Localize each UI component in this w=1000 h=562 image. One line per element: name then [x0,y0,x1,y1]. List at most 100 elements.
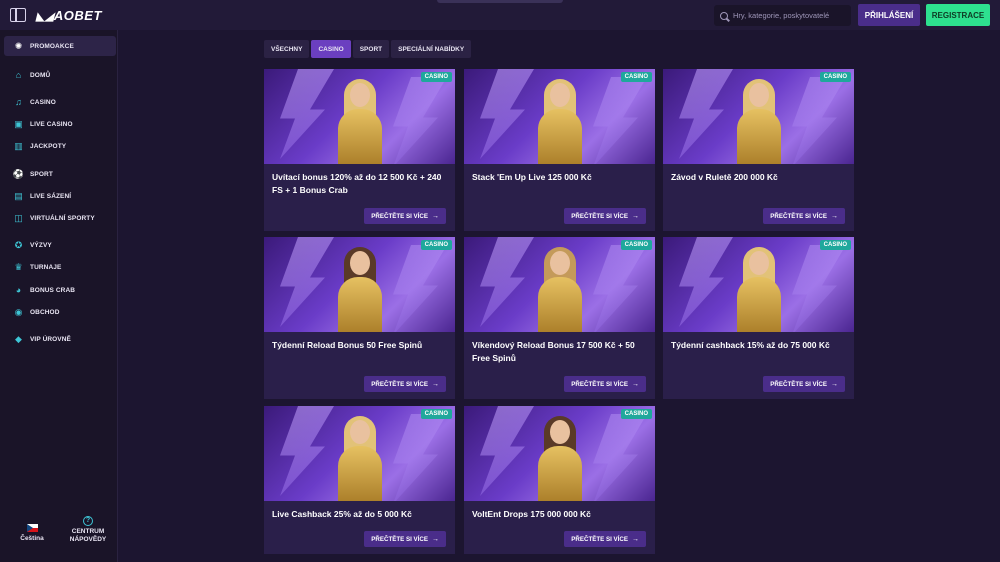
sidebar-item-label: JACKPOTY [30,142,67,150]
help-label-line2: NÁPOVĚDY [69,536,107,543]
sidebar-item-bonus-crab[interactable]: ◕ BONUS CRAB [14,283,75,297]
read-more-button[interactable]: PŘEČTĚTE SI VÍCE → [564,376,646,392]
sidebar: ✺ PROMOAKCE ⌂ DOMŮ ♫ CASINO ▣ LIVE CASINO ▥ JAC… [0,30,118,562]
arrow-right-icon: → [432,535,439,543]
top-header: ◣◢AOBET PŘIHLÁŠENÍ REGISTRACE [0,0,1000,30]
category-badge: CASINO [620,72,652,82]
promotion-card[interactable]: CASINO VoltEnt Drops 175 000 000 Kč PŘEČTĚ… [464,406,655,554]
promotion-title: Týdenní Reload Bonus 50 Free Spinů [272,340,423,350]
arrow-right-icon: → [632,535,639,543]
promotion-card[interactable]: CASINO Týdenní Reload Bonus 50 Free Spinů… [264,237,455,399]
read-more-button[interactable]: PŘEČTĚTE SI VÍCE → [364,208,446,224]
sidebar-item-label: SPORT [30,170,53,178]
sidebar-item-label: CASINO [30,98,56,106]
promotion-image: CASINO [663,69,854,164]
promotion-title: Uvítací bonus 120% až do 12 500 Kč + 240… [272,172,442,195]
promotion-card[interactable]: CASINO Live Cashback 25% až do 5 000 Kč PŘ… [264,406,455,554]
arrow-right-icon: → [432,212,439,220]
sidebar-item-turnaje[interactable]: ♛ TURNAJE [14,260,61,274]
read-more-label: PŘEČTĚTE SI VÍCE [371,212,428,220]
read-more-label: PŘEČTĚTE SI VÍCE [770,212,827,220]
read-more-label: PŘEČTĚTE SI VÍCE [770,380,827,388]
sidebar-item-obchod[interactable]: ◉ OBCHOD [14,305,60,319]
help-icon: ? [83,516,93,526]
sidebar-item-casino[interactable]: ♫ CASINO [14,95,56,109]
presenter-image [334,247,386,332]
search-box[interactable] [714,5,851,26]
register-button[interactable]: REGISTRACE [926,4,990,26]
sidebar-item-label: DOMŮ [30,71,51,79]
sidebar-item-live-sázení[interactable]: ▤ LIVE SÁZENÍ [14,189,71,203]
lightning-decoration [593,245,647,332]
promotion-card[interactable]: CASINO Stack 'Em Up Live 125 000 Kč PŘEČTĚ… [464,69,655,231]
live-betting-icon: ▤ [14,190,23,201]
sidebar-item-vip-úrovně[interactable]: ◆ VIP ÚROVNĚ [14,332,71,346]
category-tabs: VŠECHNY CASINO SPORT SPECIÁLNÍ NABÍDKY [264,40,472,58]
promotion-card[interactable]: CASINO Víkendový Reload Bonus 17 500 Kč +… [464,237,655,399]
arrow-right-icon: → [632,380,639,388]
search-input[interactable] [733,11,848,20]
read-more-button[interactable]: PŘEČTĚTE SI VÍCE → [564,531,646,547]
login-button[interactable]: PŘIHLÁŠENÍ [858,4,920,26]
read-more-button[interactable]: PŘEČTĚTE SI VÍCE → [564,208,646,224]
logo[interactable]: ◣◢AOBET [36,8,102,23]
sidebar-toggle-icon[interactable] [10,8,26,22]
promotion-title: Týdenní cashback 15% až do 75 000 Kč [671,340,830,350]
promotion-card[interactable]: CASINO Týdenní cashback 15% až do 75 000 … [663,237,854,399]
sidebar-item-výzvy[interactable]: ✪ VÝZVY [14,238,52,252]
promotion-card[interactable]: CASINO Uvítací bonus 120% až do 12 500 Kč… [264,69,455,231]
presenter-image [334,79,386,164]
lightning-decoration [393,414,447,501]
sidebar-item-jackpoty[interactable]: ▥ JACKPOTY [14,139,66,153]
sidebar-item-label: LIVE CASINO [30,120,73,128]
lightning-decoration [280,69,334,159]
promotion-title: Závod v Ruletě 200 000 Kč [671,172,778,182]
help-label-line1: CENTRUM [71,528,105,535]
home-icon: ⌂ [15,69,22,80]
search-icon [720,11,728,20]
sidebar-item-sport[interactable]: ⚽ SPORT [12,167,53,181]
sport-icon: ⚽ [12,168,25,179]
language-label: Čeština [20,535,44,542]
sidebar-item-label: OBCHOD [30,308,60,316]
promotion-image: CASINO [663,237,854,332]
lightning-decoration [280,237,334,327]
read-more-button[interactable]: PŘEČTĚTE SI VÍCE → [763,208,845,224]
help-center-link[interactable]: ? CENTRUM NÁPOVĚDY [66,516,110,544]
read-more-button[interactable]: PŘEČTĚTE SI VÍCE → [364,376,446,392]
sidebar-item-promotions[interactable]: ✺ PROMOAKCE [4,36,116,56]
arrow-right-icon: → [432,380,439,388]
shop-icon: ◉ [14,306,23,317]
tab-casino[interactable]: CASINO [311,40,351,58]
arrow-right-icon: → [831,380,838,388]
read-more-label: PŘEČTĚTE SI VÍCE [571,535,628,543]
czech-flag-icon [26,524,38,532]
tab-sport[interactable]: SPORT [352,40,390,58]
sidebar-item-label: BONUS CRAB [30,286,76,294]
sidebar-item-domů[interactable]: ⌂ DOMŮ [14,68,50,82]
presenter-image [733,79,785,164]
header-notch [437,0,563,3]
tab-special-offers[interactable]: SPECIÁLNÍ NABÍDKY [391,40,472,58]
sidebar-item-virtuální-sporty[interactable]: ◫ VIRTUÁLNÍ SPORTY [14,211,95,225]
tab-all[interactable]: VŠECHNY [264,40,310,58]
read-more-button[interactable]: PŘEČTĚTE SI VÍCE → [763,376,845,392]
presenter-image [534,247,586,332]
sidebar-item-label: LIVE SÁZENÍ [30,192,72,200]
sidebar-item-label: VÝZVY [30,241,52,249]
read-more-label: PŘEČTĚTE SI VÍCE [371,380,428,388]
promotion-card[interactable]: CASINO Závod v Ruletě 200 000 Kč PŘEČTĚTE … [663,69,854,231]
lightning-decoration [480,406,534,496]
category-badge: CASINO [420,72,452,82]
lightning-decoration [280,406,334,496]
sidebar-item-label: PROMOAKCE [30,42,74,50]
sidebar-item-live-casino[interactable]: ▣ LIVE CASINO [14,117,73,131]
language-selector[interactable]: Čeština [16,524,48,543]
lightning-decoration [480,237,534,327]
read-more-button[interactable]: PŘEČTĚTE SI VÍCE → [364,531,446,547]
promotion-title: Stack 'Em Up Live 125 000 Kč [472,172,592,182]
category-badge: CASINO [620,240,652,250]
category-badge: CASINO [620,409,652,419]
sidebar-footer: Čeština ? CENTRUM NÁPOVĚDY [0,516,118,562]
presenter-image [733,247,785,332]
